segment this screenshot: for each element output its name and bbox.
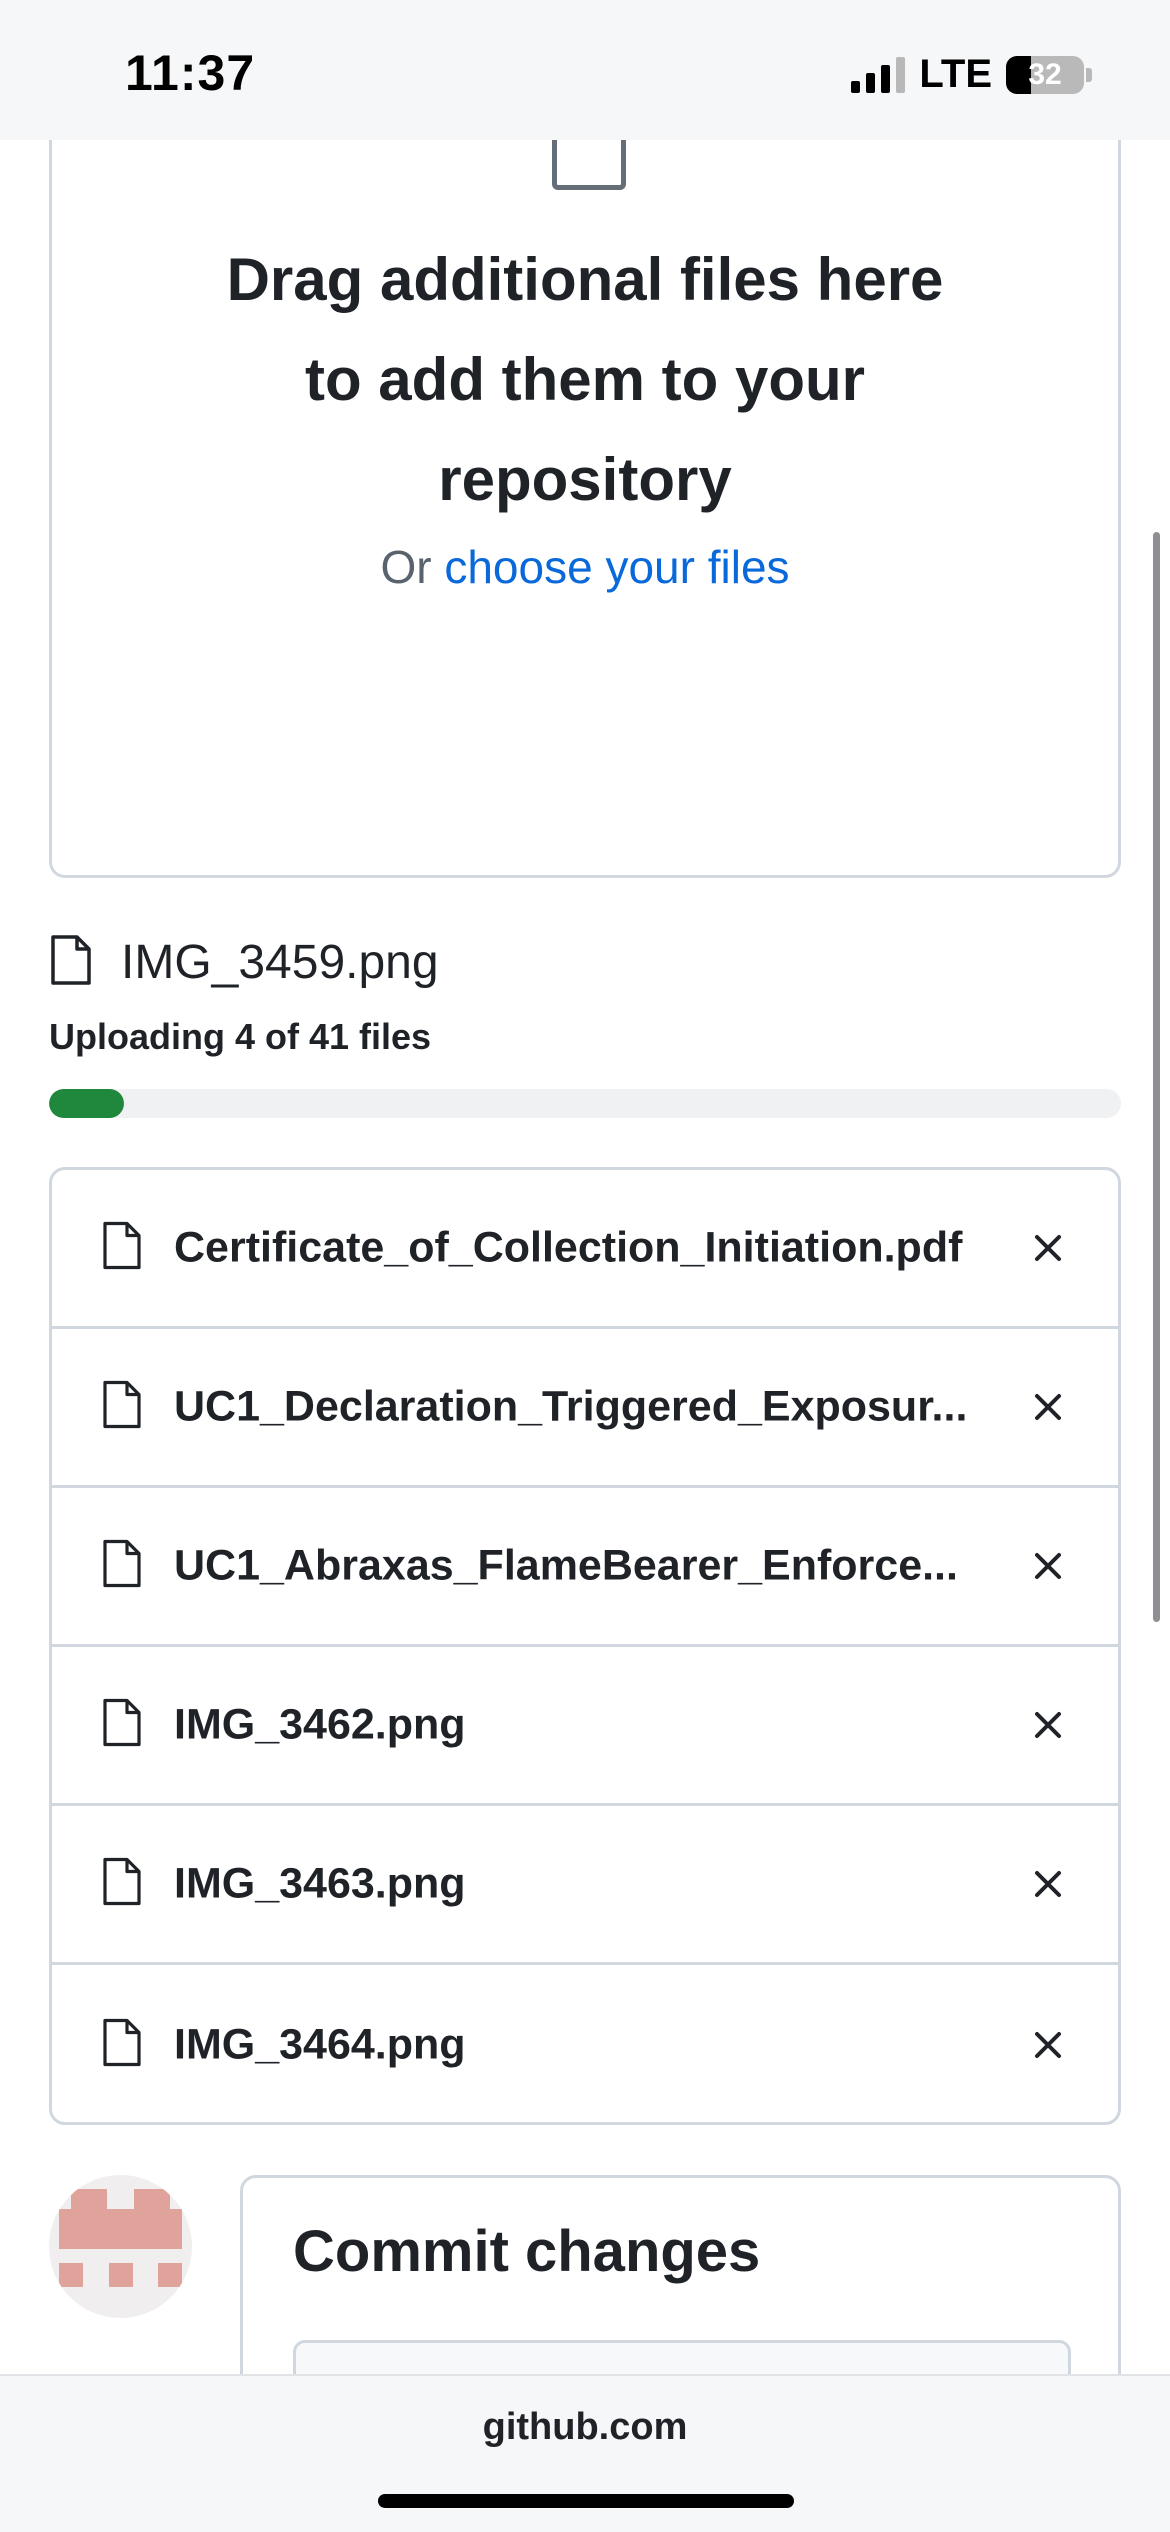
file-list-item: IMG_3464.png — [52, 1965, 1118, 2122]
remove-file-icon[interactable] — [1024, 1542, 1072, 1590]
address-bar-url[interactable]: github.com — [0, 2406, 1170, 2449]
status-bar: 11:37 LTE 32 — [0, 0, 1170, 140]
status-indicators: LTE 32 — [851, 52, 1092, 97]
file-name: IMG_3464.png — [174, 2020, 466, 2068]
remove-file-icon[interactable] — [1024, 1224, 1072, 1272]
file-name: UC1_Declaration_Triggered_Exposur... — [174, 1382, 968, 1431]
file-icon — [102, 1221, 142, 1275]
battery-nub — [1086, 67, 1092, 82]
file-list-item: UC1_Declaration_Triggered_Exposur... — [52, 1329, 1118, 1488]
upload-status-text: Uploading 4 of 41 files — [49, 1016, 432, 1057]
remove-file-icon[interactable] — [1024, 1383, 1072, 1431]
file-list-item: Certificate_of_Collection_Initiation.pdf — [52, 1170, 1118, 1329]
home-indicator[interactable] — [378, 2494, 794, 2508]
file-icon — [102, 1857, 142, 1911]
remove-file-icon[interactable] — [1024, 1860, 1072, 1908]
staged-file-list: Certificate_of_Collection_Initiation.pdf… — [49, 1167, 1121, 2125]
current-file-name: IMG_3459.png — [121, 936, 439, 989]
file-name: Certificate_of_Collection_Initiation.pdf — [174, 1223, 963, 1272]
file-icon — [102, 1380, 142, 1434]
file-icon — [49, 935, 93, 990]
drop-zone-prefix: Or — [380, 541, 445, 593]
current-upload-file: IMG_3459.png — [49, 935, 439, 990]
file-name: IMG_3462.png — [174, 1700, 466, 1749]
file-list-item: IMG_3462.png — [52, 1647, 1118, 1806]
commit-title: Commit changes — [293, 2219, 761, 2284]
remove-file-icon[interactable] — [1024, 1701, 1072, 1749]
file-list-item: IMG_3463.png — [52, 1806, 1118, 1965]
network-type: LTE — [919, 52, 992, 96]
file-drop-zone[interactable]: Drag additional files here to add them t… — [49, 100, 1121, 878]
file-icon — [102, 1539, 142, 1593]
file-name: UC1_Abraxas_FlameBearer_Enforce... — [174, 1541, 958, 1590]
upload-progress-bar — [49, 1089, 1121, 1118]
battery-icon: 32 — [1006, 55, 1084, 94]
file-list-item: UC1_Abraxas_FlameBearer_Enforce... — [52, 1488, 1118, 1647]
file-icon — [102, 1698, 142, 1752]
battery-level: 32 — [1028, 57, 1062, 91]
file-icon — [102, 2018, 142, 2071]
choose-files-link[interactable]: choose your files — [444, 541, 789, 593]
drop-zone-title: Drag additional files here to add them t… — [226, 246, 944, 513]
browser-bottom-bar: github.com — [0, 2374, 1170, 2532]
status-time: 11:37 — [125, 45, 256, 101]
remove-file-icon[interactable] — [1024, 2021, 1072, 2069]
page-scrollbar[interactable] — [1153, 532, 1160, 1622]
avatar[interactable] — [49, 2175, 192, 2318]
file-name: IMG_3463.png — [174, 1859, 466, 1908]
drop-zone-subtitle: Or choose your files — [52, 540, 1118, 594]
upload-progress-fill — [49, 1089, 125, 1118]
cellular-signal-icon — [851, 56, 906, 93]
file-drop-icon — [552, 140, 626, 190]
